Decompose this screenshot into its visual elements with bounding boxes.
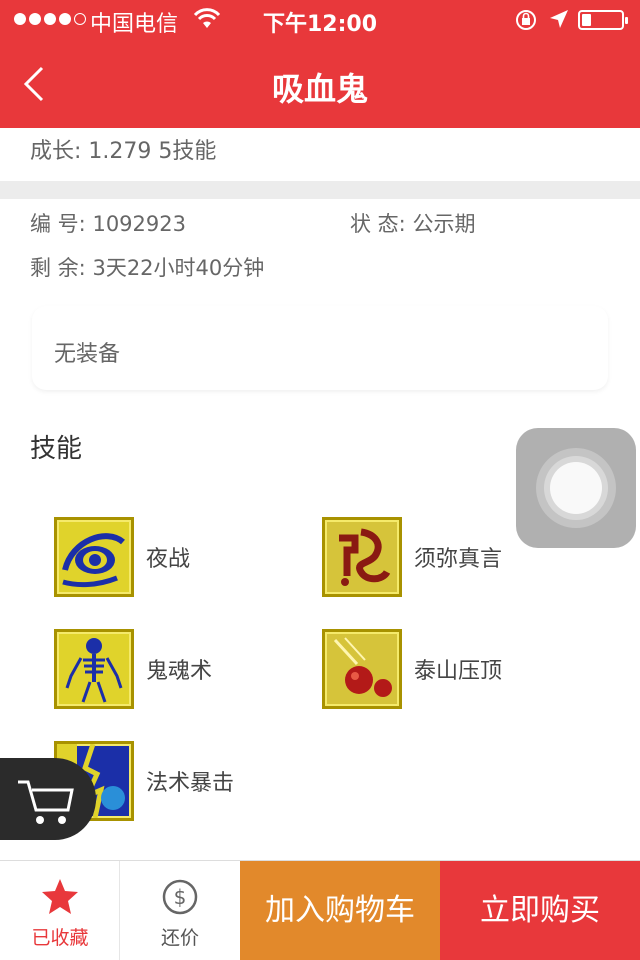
skill-item[interactable]: 泰山压顶 xyxy=(322,629,502,709)
id-row: 编 号: 1092923 xyxy=(30,208,186,238)
skills-title: 技能 xyxy=(30,434,83,464)
eye-icon xyxy=(54,517,134,597)
top-bar: 中国电信 下午12:00 吸血鬼 xyxy=(0,0,640,128)
state-value: 公示期 xyxy=(412,212,476,236)
id-value: 1092923 xyxy=(92,212,186,236)
star-icon xyxy=(42,879,78,914)
buy-now-button[interactable]: 立即购买 xyxy=(440,861,640,960)
growth-summary: 成长: 1.279 5技能 xyxy=(30,139,217,164)
status-time: 下午12:00 xyxy=(262,12,378,37)
svg-text:$: $ xyxy=(174,885,187,909)
equipment-text: 无装备 xyxy=(54,342,121,367)
battery-icon xyxy=(578,10,628,30)
remaining-value: 3天22小时40分钟 xyxy=(92,256,265,280)
bargain-button[interactable]: $ 还价 xyxy=(120,861,240,960)
favorite-label: 已收藏 xyxy=(31,927,89,949)
favorite-button[interactable]: 已收藏 xyxy=(0,861,120,960)
cart-icon xyxy=(18,780,74,824)
floating-cart-button[interactable] xyxy=(0,758,96,840)
skill-item[interactable]: 鬼魂术 xyxy=(54,629,212,709)
skill-name: 夜战 xyxy=(146,547,191,572)
rune-icon xyxy=(322,517,402,597)
status-bar: 中国电信 下午12:00 xyxy=(0,0,640,40)
id-label: 编 号: xyxy=(30,212,86,236)
skill-item[interactable]: 夜战 xyxy=(54,517,190,597)
meteor-icon xyxy=(322,629,402,709)
dollar-icon: $ xyxy=(162,879,198,915)
bargain-label: 还价 xyxy=(160,927,199,949)
section-divider xyxy=(0,181,640,199)
remaining-row: 剩 余: 3天22小时40分钟 xyxy=(30,252,264,282)
location-icon xyxy=(550,10,568,28)
page-title: 吸血鬼 xyxy=(271,70,368,108)
state-row: 状 态: 公示期 xyxy=(350,208,475,238)
bottom-action-bar: 已收藏 $ 还价 加入购物车 立即购买 xyxy=(0,860,640,960)
remaining-label: 剩 余: xyxy=(30,256,86,280)
skill-name: 须弥真言 xyxy=(414,547,503,572)
skill-name: 泰山压顶 xyxy=(414,659,503,684)
skill-item[interactable]: 须弥真言 xyxy=(322,517,502,597)
state-label: 状 态: xyxy=(350,212,406,236)
rotation-lock-icon xyxy=(516,10,536,30)
skill-name: 法术暴击 xyxy=(146,771,235,796)
add-to-cart-button[interactable]: 加入购物车 xyxy=(240,861,440,960)
skeleton-icon xyxy=(54,629,134,709)
skill-name: 鬼魂术 xyxy=(146,659,213,684)
assistive-touch-button[interactable] xyxy=(516,428,636,548)
equipment-card: 无装备 xyxy=(32,306,608,390)
